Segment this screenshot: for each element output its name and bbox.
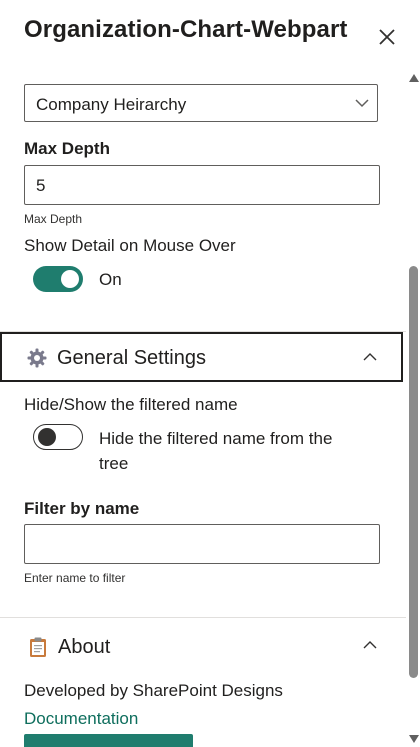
dropdown-selected-value: Company Heirarchy bbox=[36, 95, 187, 114]
panel-header: Organization-Chart-Webpart bbox=[0, 0, 420, 68]
view-type-dropdown[interactable]: Company Heirarchy bbox=[24, 84, 378, 122]
hide-filtered-name-toggle[interactable] bbox=[33, 424, 83, 450]
section-divider bbox=[0, 617, 406, 618]
hide-show-label: Hide/Show the filtered name bbox=[24, 395, 238, 414]
about-header[interactable]: About bbox=[0, 622, 403, 672]
clipboard-icon bbox=[30, 637, 46, 657]
property-pane-content: Company Heirarchy Max Depth 5 Max Depth … bbox=[0, 68, 406, 747]
show-detail-toggle[interactable] bbox=[33, 266, 83, 292]
max-depth-value: 5 bbox=[36, 176, 46, 195]
chevron-up-icon bbox=[363, 353, 377, 361]
close-icon bbox=[379, 29, 395, 45]
about-action-button[interactable] bbox=[24, 734, 193, 747]
chevron-up-icon bbox=[363, 641, 377, 649]
gear-icon bbox=[27, 348, 47, 368]
about-title: About bbox=[58, 636, 111, 658]
show-detail-label: Show Detail on Mouse Over bbox=[24, 236, 236, 255]
max-depth-description: Max Depth bbox=[24, 212, 83, 226]
general-settings-header[interactable]: General Settings bbox=[0, 332, 403, 382]
scroll-up-arrow-icon[interactable] bbox=[409, 74, 419, 82]
filter-by-name-description: Enter name to filter bbox=[24, 571, 126, 585]
documentation-link[interactable]: Documentation bbox=[24, 709, 138, 729]
developed-by-text: Developed by SharePoint Designs bbox=[24, 681, 283, 700]
scroll-down-arrow-icon[interactable] bbox=[409, 735, 419, 743]
filter-by-name-input[interactable] bbox=[24, 524, 380, 564]
filter-by-name-label: Filter by name bbox=[24, 499, 140, 518]
hide-filtered-name-text-2: tree bbox=[99, 454, 129, 473]
show-detail-toggle-text: On bbox=[99, 270, 122, 289]
max-depth-field[interactable]: 5 bbox=[24, 165, 380, 205]
hide-filtered-name-text: Hide the filtered name from the bbox=[99, 429, 333, 448]
toggle-knob bbox=[38, 428, 56, 446]
max-depth-label: Max Depth bbox=[24, 139, 110, 158]
panel-title: Organization-Chart-Webpart bbox=[24, 16, 348, 43]
general-settings-title: General Settings bbox=[57, 347, 206, 369]
close-button[interactable] bbox=[374, 22, 400, 48]
chevron-down-icon bbox=[355, 99, 369, 108]
scrollbar[interactable] bbox=[406, 68, 420, 747]
scroll-thumb[interactable] bbox=[409, 266, 418, 678]
toggle-knob bbox=[61, 270, 79, 288]
